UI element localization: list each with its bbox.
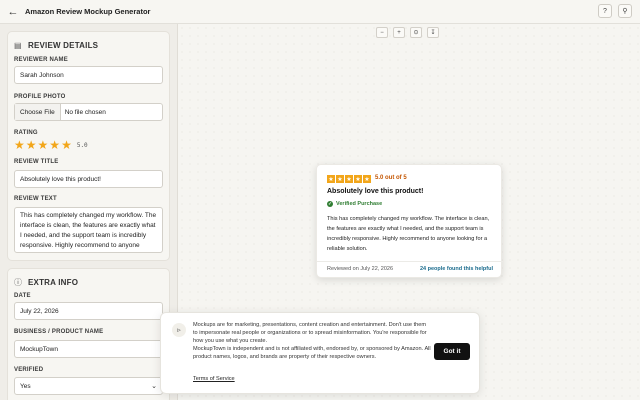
verified-text: Verified Purchase xyxy=(336,201,383,207)
verified-label: VERIFIED xyxy=(14,367,44,373)
review-title-input[interactable]: Absolutely love this product! xyxy=(14,170,163,188)
star-icon: ★ xyxy=(327,175,335,183)
preview-footer: Reviewed on July 22, 2026 24 people foun… xyxy=(317,261,503,279)
star-icon: ★ xyxy=(363,175,371,183)
chevron-down-icon: ⌄ xyxy=(151,383,157,390)
document-icon: ▤ xyxy=(14,40,22,50)
preview-stars: ★ ★ ★ ★ ★ xyxy=(327,175,371,183)
date-label: DATE xyxy=(14,293,31,299)
star-icon[interactable]: ★ xyxy=(26,139,37,151)
disclaimer-text: Mockups are for marketing, presentations… xyxy=(193,321,431,361)
choose-file-button[interactable]: Choose File xyxy=(15,104,61,120)
file-status: No file chosen xyxy=(64,108,106,116)
star-icon: ★ xyxy=(345,175,353,183)
extra-info-card: ⓘ EXTRA INFO DATE July 22, 2026 BUSINESS… xyxy=(7,268,170,400)
check-icon: ✓ xyxy=(327,201,333,207)
verified-value: Yes xyxy=(20,382,31,390)
review-preview-card: ★ ★ ★ ★ ★ 5.0 out of 5 Absolutely love t… xyxy=(316,164,503,279)
review-text-label: REVIEW TEXT xyxy=(14,196,57,202)
helpful-count: 24 people found this helpful xyxy=(419,266,493,272)
star-icon[interactable]: ★ xyxy=(49,139,60,151)
megaphone-icon: ▹ xyxy=(172,323,186,337)
help-icon[interactable]: ? xyxy=(598,4,612,18)
star-icon[interactable]: ★ xyxy=(14,139,25,151)
business-label: BUSINESS / PRODUCT NAME xyxy=(14,329,104,335)
disclaimer-banner: ▹ Mockups are for marketing, presentatio… xyxy=(160,312,480,394)
disclaimer-line-1: Mockups are for marketing, presentations… xyxy=(193,322,427,344)
terms-of-service-link[interactable]: Terms of Service xyxy=(193,376,235,382)
reset-zoom-icon[interactable]: ⊙ xyxy=(410,27,422,38)
zoom-in-icon[interactable]: + xyxy=(393,27,405,38)
business-input[interactable]: MockupTown xyxy=(14,340,163,358)
reviewer-name-input[interactable]: Sarah Johnson xyxy=(14,66,163,84)
left-panel: ▤ REVIEW DETAILS REVIEWER NAME Sarah Joh… xyxy=(0,24,178,400)
review-text-textarea[interactable]: This has completely changed my workflow.… xyxy=(14,207,163,253)
star-icon: ★ xyxy=(354,175,362,183)
rating-value: 5.0 xyxy=(76,141,88,149)
back-arrow-icon[interactable]: ← xyxy=(6,5,20,19)
preview-date: Reviewed on July 22, 2026 xyxy=(327,266,394,272)
zoom-out-icon[interactable]: − xyxy=(376,27,388,38)
profile-photo-input[interactable]: Choose File No file chosen xyxy=(14,103,163,121)
verified-select[interactable]: Yes ⌄ xyxy=(14,377,163,395)
got-it-button[interactable]: Got it xyxy=(434,343,470,360)
preview-body: This has completely changed my workflow.… xyxy=(327,216,490,252)
search-icon[interactable]: ⚲ xyxy=(618,4,632,18)
star-icon[interactable]: ★ xyxy=(61,139,72,151)
extra-info-heading: EXTRA INFO xyxy=(28,277,79,287)
zoom-toolbar: − + ⊙ ↧ xyxy=(376,27,439,38)
reviewer-name-label: REVIEWER NAME xyxy=(14,57,68,63)
review-details-heading: REVIEW DETAILS xyxy=(28,40,99,50)
disclaimer-line-2: MockupTown is independent and is not aff… xyxy=(193,346,431,360)
date-input[interactable]: July 22, 2026 xyxy=(14,302,163,320)
app-title: Amazon Review Mockup Generator xyxy=(25,7,151,16)
preview-title: Absolutely love this product! xyxy=(327,188,424,195)
star-icon[interactable]: ★ xyxy=(38,139,49,151)
rating-stars[interactable]: ★ ★ ★ ★ ★ 5.0 xyxy=(14,139,88,151)
review-title-label: REVIEW TITLE xyxy=(14,159,59,165)
download-icon[interactable]: ↧ xyxy=(427,27,439,38)
top-bar: ← Amazon Review Mockup Generator ? ⚲ xyxy=(0,0,640,24)
review-details-card: ▤ REVIEW DETAILS REVIEWER NAME Sarah Joh… xyxy=(7,31,170,261)
rating-label: RATING xyxy=(14,130,38,136)
preview-score: 5.0 out of 5 xyxy=(375,175,407,181)
star-icon: ★ xyxy=(336,175,344,183)
info-icon: ⓘ xyxy=(14,277,22,287)
verified-badge: ✓ Verified Purchase xyxy=(327,201,382,207)
profile-photo-label: PROFILE PHOTO xyxy=(14,94,66,100)
